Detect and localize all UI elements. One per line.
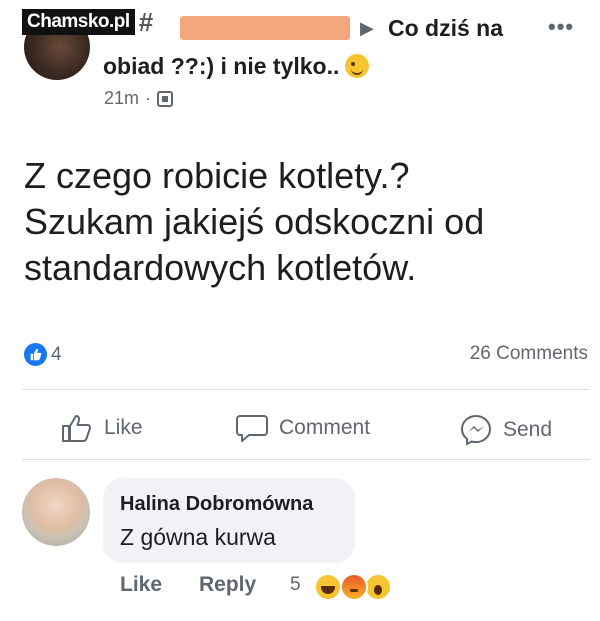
comments-count[interactable]: 26 Comments — [470, 343, 588, 365]
more-options-button[interactable]: ••• — [548, 14, 574, 40]
group-privacy-icon — [157, 90, 174, 107]
comment-reply-button[interactable]: Reply — [199, 573, 256, 597]
commenter-name[interactable]: Halina Dobromówna — [120, 493, 313, 516]
group-name-line2: obiad ??:) i nie tylko.. — [103, 53, 340, 79]
watermark-hash-icon: # — [138, 6, 154, 37]
meta-separator: · — [145, 88, 152, 108]
like-button[interactable]: Like — [60, 413, 143, 443]
watermark-logo: Chamsko.pl # — [22, 7, 153, 37]
commenter-avatar[interactable] — [22, 478, 90, 546]
divider — [22, 389, 590, 390]
post-text-line: Z czego robicie kotlety.? — [24, 155, 410, 196]
comment-button[interactable]: Comment — [235, 413, 370, 443]
haha-reaction-icon[interactable] — [314, 573, 342, 601]
post-text: Z czego robicie kotlety.? Szukam jakiejś… — [24, 153, 584, 291]
reaction-summary[interactable]: 4 — [24, 343, 62, 366]
comment-bubble-icon — [236, 415, 268, 442]
reaction-count: 4 — [51, 343, 62, 365]
wow-reaction-icon[interactable] — [364, 573, 392, 601]
angry-reaction-icon[interactable] — [340, 573, 368, 601]
comment-like-button[interactable]: Like — [120, 573, 162, 597]
send-label: Send — [503, 418, 553, 441]
arrow-right-icon: ▶ — [360, 18, 374, 38]
like-reaction-icon — [24, 343, 47, 366]
group-name-continued[interactable]: obiad ??:) i nie tylko.. — [103, 53, 370, 80]
wink-emoji-icon — [345, 54, 370, 78]
post-text-line: Szukam jakiejś odskoczni od — [24, 201, 485, 242]
post-text-line: standardowych kotletów. — [24, 247, 417, 288]
comment-reaction-count[interactable]: 5 — [290, 574, 301, 596]
divider — [22, 459, 590, 460]
redacted-author-name — [180, 16, 350, 40]
post-meta: 21m · — [104, 88, 174, 109]
like-label: Like — [104, 416, 143, 439]
post-time[interactable]: 21m — [104, 88, 139, 109]
messenger-icon — [460, 414, 492, 446]
comment-label: Comment — [279, 416, 371, 439]
thumbs-up-icon — [62, 415, 92, 442]
group-name[interactable]: Co dziś na — [388, 15, 503, 42]
comment-text: Z gówna kurwa — [120, 524, 276, 550]
send-button[interactable]: Send — [459, 413, 552, 447]
watermark-text: Chamsko.pl — [22, 9, 135, 35]
